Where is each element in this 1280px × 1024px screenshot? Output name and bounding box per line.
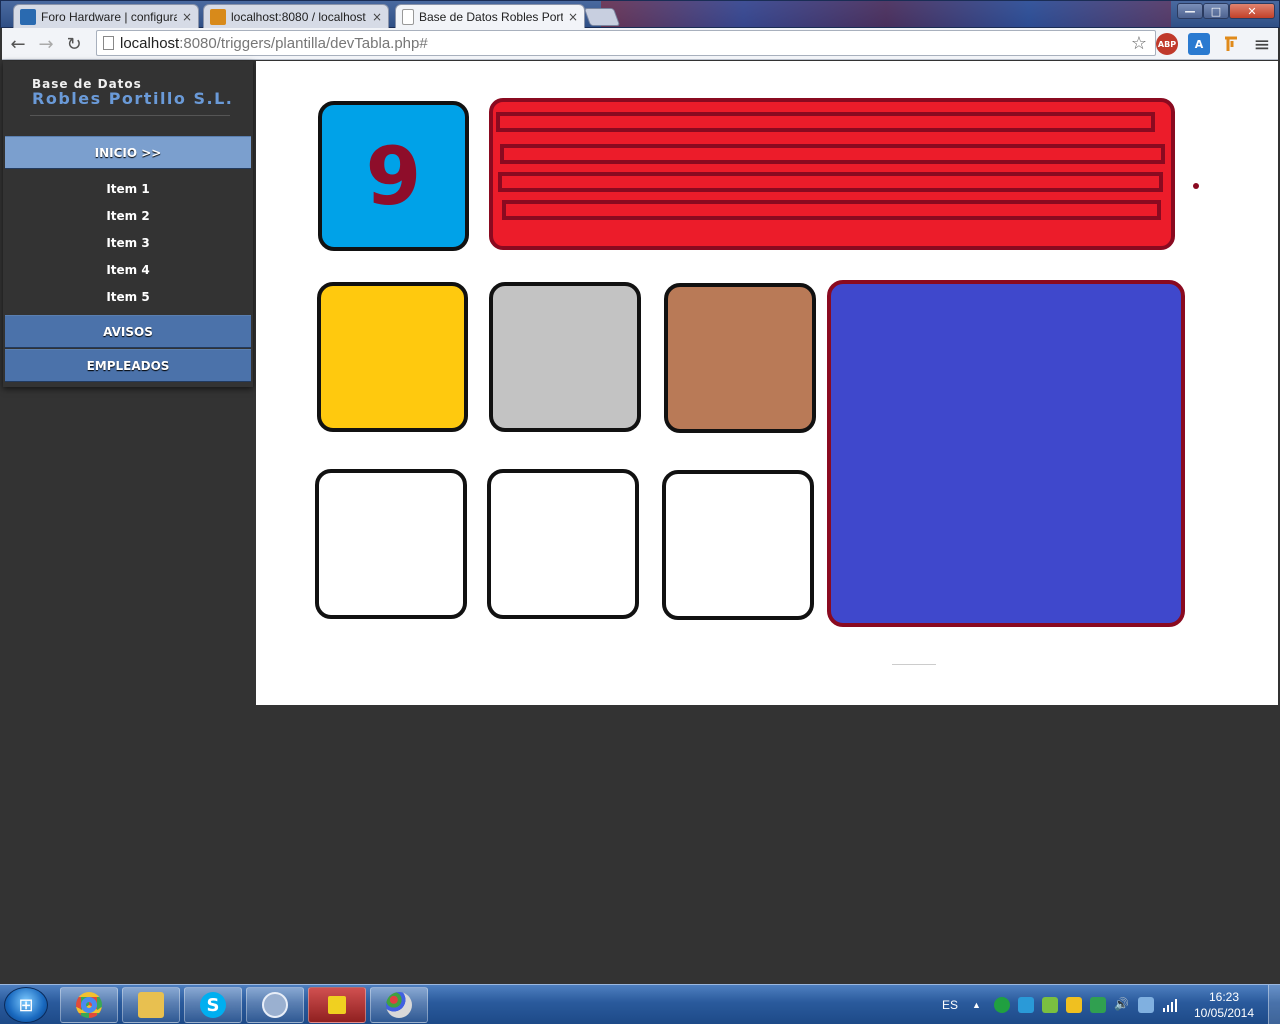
tab-label: localhost:8080 / localhost bbox=[231, 10, 366, 24]
red-dot bbox=[1193, 183, 1199, 189]
sidebar-item-3[interactable]: Item 3 bbox=[5, 229, 251, 256]
brown-tile[interactable] bbox=[664, 283, 816, 433]
close-window-button[interactable]: ✕ bbox=[1229, 3, 1275, 19]
red-panel[interactable] bbox=[489, 98, 1175, 250]
brand: Base de Datos Robles Portillo S.L. bbox=[32, 77, 233, 108]
windows-logo-icon: ⊞ bbox=[18, 994, 34, 1016]
tab-label: Base de Datos Robles Port bbox=[419, 10, 563, 24]
taskbar: ⊞ S ES ▲ 🔊 16:23 10/05/2014 bbox=[0, 984, 1280, 1024]
yellow-tile[interactable] bbox=[317, 282, 468, 432]
white-tile-2[interactable] bbox=[487, 469, 639, 619]
number-tile[interactable]: 9 bbox=[318, 101, 469, 251]
red-stripe bbox=[502, 200, 1161, 220]
explorer-icon bbox=[138, 992, 164, 1018]
nav-inicio[interactable]: INICIO >> bbox=[5, 136, 251, 169]
tray-volume-icon[interactable]: 🔊 bbox=[1114, 997, 1130, 1013]
clock-time: 16:23 bbox=[1208, 990, 1240, 1004]
show-desktop-button[interactable] bbox=[1268, 985, 1280, 1024]
nav-empleados[interactable]: EMPLEADOS bbox=[5, 349, 251, 382]
browser-toolbar: ← → ↻ localhost:8080/triggers/plantilla/… bbox=[2, 28, 1278, 60]
tray-shield-icon[interactable] bbox=[1090, 997, 1106, 1013]
blue-panel[interactable] bbox=[827, 280, 1185, 627]
clock-date: 10/05/2014 bbox=[1193, 1006, 1255, 1020]
sidebar: Base de Datos Robles Portillo S.L. INICI… bbox=[3, 61, 253, 387]
new-tab-button[interactable] bbox=[583, 8, 621, 26]
bookmark-star-icon[interactable]: ☆ bbox=[1131, 33, 1147, 54]
sidebar-item-1[interactable]: Item 1 bbox=[5, 175, 251, 202]
red-stripe bbox=[500, 144, 1165, 164]
taskbar-warning-app[interactable] bbox=[308, 987, 366, 1023]
page-favicon-icon bbox=[402, 9, 414, 25]
taskbar-skype[interactable]: S bbox=[184, 987, 242, 1023]
taskbar-chrome[interactable] bbox=[60, 987, 118, 1023]
gray-tile[interactable] bbox=[489, 282, 641, 432]
brand-divider bbox=[30, 115, 230, 116]
maximize-button[interactable]: □ bbox=[1203, 3, 1229, 19]
reload-button[interactable]: ↻ bbox=[62, 32, 86, 56]
white-tile-1[interactable] bbox=[315, 469, 467, 619]
white-tile-3[interactable] bbox=[662, 470, 814, 620]
tray-expand-icon[interactable]: ▲ bbox=[972, 985, 981, 1024]
forward-button[interactable]: → bbox=[34, 32, 58, 56]
minimize-button[interactable]: — bbox=[1177, 3, 1203, 19]
url-path: :8080/triggers/plantilla/devTabla.php# bbox=[179, 34, 428, 52]
pin-icon[interactable] bbox=[1220, 33, 1242, 55]
page-icon bbox=[103, 36, 114, 50]
sidebar-item-2[interactable]: Item 2 bbox=[5, 202, 251, 229]
address-bar[interactable]: localhost:8080/triggers/plantilla/devTab… bbox=[96, 30, 1156, 56]
tab-foro-hardware[interactable]: Foro Hardware | configura × bbox=[13, 4, 199, 29]
footer-divider bbox=[892, 664, 936, 665]
tray-drive-icon[interactable] bbox=[1066, 997, 1082, 1013]
tray-network-icon[interactable] bbox=[994, 997, 1010, 1013]
skype-icon: S bbox=[200, 992, 226, 1018]
tab-close-icon[interactable]: × bbox=[182, 10, 192, 24]
red-stripe bbox=[498, 172, 1163, 192]
chrome-icon bbox=[76, 992, 102, 1018]
tray-signal-icon[interactable] bbox=[1162, 997, 1178, 1013]
titlebar-background bbox=[601, 1, 1171, 27]
back-button[interactable]: ← bbox=[6, 32, 30, 56]
url-host: localhost bbox=[120, 34, 180, 52]
taskbar-app[interactable] bbox=[246, 987, 304, 1023]
sidebar-item-4[interactable]: Item 4 bbox=[5, 256, 251, 283]
abp-icon[interactable]: ABP bbox=[1156, 33, 1178, 55]
url-text[interactable]: localhost:8080/triggers/plantilla/devTab… bbox=[120, 35, 428, 52]
tab-label: Foro Hardware | configura bbox=[41, 10, 177, 24]
taskbar-paint[interactable] bbox=[370, 987, 428, 1023]
nav-avisos[interactable]: AVISOS bbox=[5, 315, 251, 348]
tray-security-icon[interactable] bbox=[1042, 997, 1058, 1013]
chrome-menu-icon[interactable]: ≡ bbox=[1250, 32, 1274, 56]
red-stripe bbox=[496, 112, 1155, 132]
tab-phpmyadmin[interactable]: localhost:8080 / localhost × bbox=[203, 4, 389, 29]
taskbar-explorer[interactable] bbox=[122, 987, 180, 1023]
system-clock[interactable]: 16:23 10/05/2014 bbox=[1186, 989, 1262, 1021]
translate-icon[interactable]: A bbox=[1188, 33, 1210, 55]
paint-icon bbox=[386, 992, 412, 1018]
app-circle-icon bbox=[262, 992, 288, 1018]
sidebar-item-5[interactable]: Item 5 bbox=[5, 283, 251, 310]
browser-titlebar: Foro Hardware | configura × localhost:80… bbox=[0, 0, 1280, 29]
tab-close-icon[interactable]: × bbox=[372, 10, 382, 24]
foro-hardware-favicon-icon bbox=[20, 9, 36, 25]
content-panel: 9 bbox=[256, 61, 1278, 705]
language-indicator[interactable]: ES bbox=[942, 985, 958, 1024]
tray-skype-icon[interactable] bbox=[1018, 997, 1034, 1013]
tab-base-de-datos[interactable]: Base de Datos Robles Port × bbox=[395, 4, 585, 29]
phpmyadmin-favicon-icon bbox=[210, 9, 226, 25]
brand-title: Robles Portillo S.L. bbox=[32, 89, 234, 108]
tab-close-icon[interactable]: × bbox=[568, 10, 578, 24]
start-button[interactable]: ⊞ bbox=[4, 987, 48, 1023]
tray-dropbox-icon[interactable] bbox=[1138, 997, 1154, 1013]
warning-app-icon bbox=[328, 996, 346, 1014]
